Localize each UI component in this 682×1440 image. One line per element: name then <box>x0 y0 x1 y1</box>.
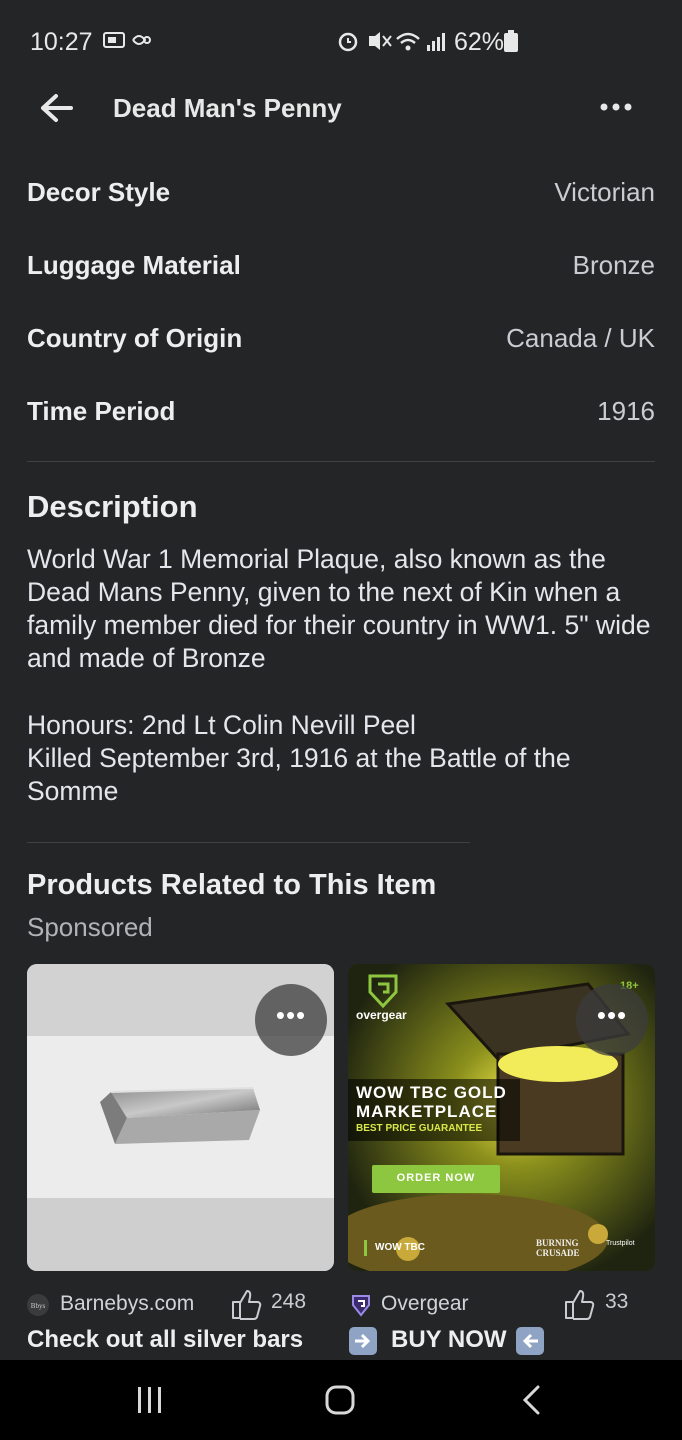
status-bar: 10:27 62% <box>0 0 682 84</box>
home-icon[interactable] <box>324 1384 356 1416</box>
notification-icons <box>103 32 151 48</box>
sponsored-label: Sponsored <box>27 912 153 942</box>
card-more-button[interactable]: ••• <box>576 984 648 1056</box>
seller-name[interactable]: Barnebys.com <box>60 1292 194 1316</box>
svg-text:Bbys: Bbys <box>31 1302 46 1310</box>
description-honours: Honours: 2nd Lt Colin Nevill Peel <box>27 710 416 740</box>
spec-label: Luggage Material <box>27 250 241 280</box>
description-killed: Killed September 3rd, 1916 at the Battle… <box>27 743 571 806</box>
spec-value: Victorian <box>554 177 655 207</box>
thumbs-up-icon[interactable] <box>230 1287 264 1321</box>
ad-order-button[interactable]: ORDER NOW <box>372 1172 500 1184</box>
related-heading: Products Related to This Item <box>27 869 437 901</box>
spec-label: Country of Origin <box>27 323 243 353</box>
product-card-silver-bar[interactable]: ••• <box>27 964 334 1271</box>
thumbs-up-icon[interactable] <box>563 1287 597 1321</box>
system-status-icons <box>338 32 445 52</box>
battery-icon <box>504 30 518 52</box>
spec-label: Time Period <box>27 396 176 426</box>
spec-value: Canada / UK <box>506 323 655 353</box>
ad-footer-left: WOW TBC <box>375 1242 425 1253</box>
spec-row-decor-style: Decor Style Victorian <box>27 177 655 217</box>
divider <box>27 461 655 462</box>
back-nav-icon[interactable] <box>518 1384 546 1416</box>
likes-count: 248 <box>271 1290 307 1313</box>
ad-headline: MARKETPLACE <box>356 1102 498 1121</box>
barnebys-logo-icon: Bbys <box>27 1294 49 1316</box>
overgear-logo-icon <box>352 1295 370 1317</box>
status-time: 10:27 <box>30 28 93 56</box>
spec-value: 1916 <box>597 396 655 426</box>
spec-value: Bronze <box>572 250 655 280</box>
ad-trustpilot: Trustpilot <box>606 1240 635 1247</box>
description-heading: Description <box>27 489 198 524</box>
likes-count: 33 <box>605 1290 629 1313</box>
battery-percent: 62% <box>454 28 505 56</box>
seller-name[interactable]: Overgear <box>381 1292 469 1316</box>
app-header: Dead Man's Penny <box>0 84 682 134</box>
product-cta[interactable]: BUY NOW <box>391 1326 507 1354</box>
spec-row-country-of-origin: Country of Origin Canada / UK <box>27 323 655 363</box>
ad-tagline: BEST PRICE GUARANTEE <box>356 1123 483 1134</box>
card-more-button[interactable]: ••• <box>255 984 327 1056</box>
more-options-icon[interactable] <box>596 92 636 122</box>
ad-brand: overgear <box>356 1008 407 1022</box>
recents-icon[interactable] <box>134 1385 166 1415</box>
system-nav-bar <box>0 1360 682 1440</box>
page-title: Dead Man's Penny <box>113 93 342 123</box>
spec-row-luggage-material: Luggage Material Bronze <box>27 250 655 290</box>
ad-game-logo: CRUSADE <box>536 1248 580 1258</box>
description-paragraph: World War 1 Memorial Plaque, also known … <box>27 544 651 673</box>
product-card-overgear[interactable]: 18+ overgear WOW TBC GOLD MARKETPLACE BE… <box>348 964 655 1271</box>
ad-game-logo: BURNING <box>536 1238 579 1248</box>
divider <box>27 842 470 843</box>
spec-label: Decor Style <box>27 177 171 207</box>
product-cta[interactable]: Check out all silver bars <box>27 1326 303 1354</box>
left-arrow-emoji-icon <box>516 1327 544 1355</box>
right-arrow-emoji-icon <box>349 1327 377 1355</box>
ad-headline: WOW TBC GOLD <box>356 1083 507 1102</box>
back-arrow-icon[interactable] <box>38 92 74 124</box>
spec-row-time-period: Time Period 1916 <box>27 396 655 436</box>
